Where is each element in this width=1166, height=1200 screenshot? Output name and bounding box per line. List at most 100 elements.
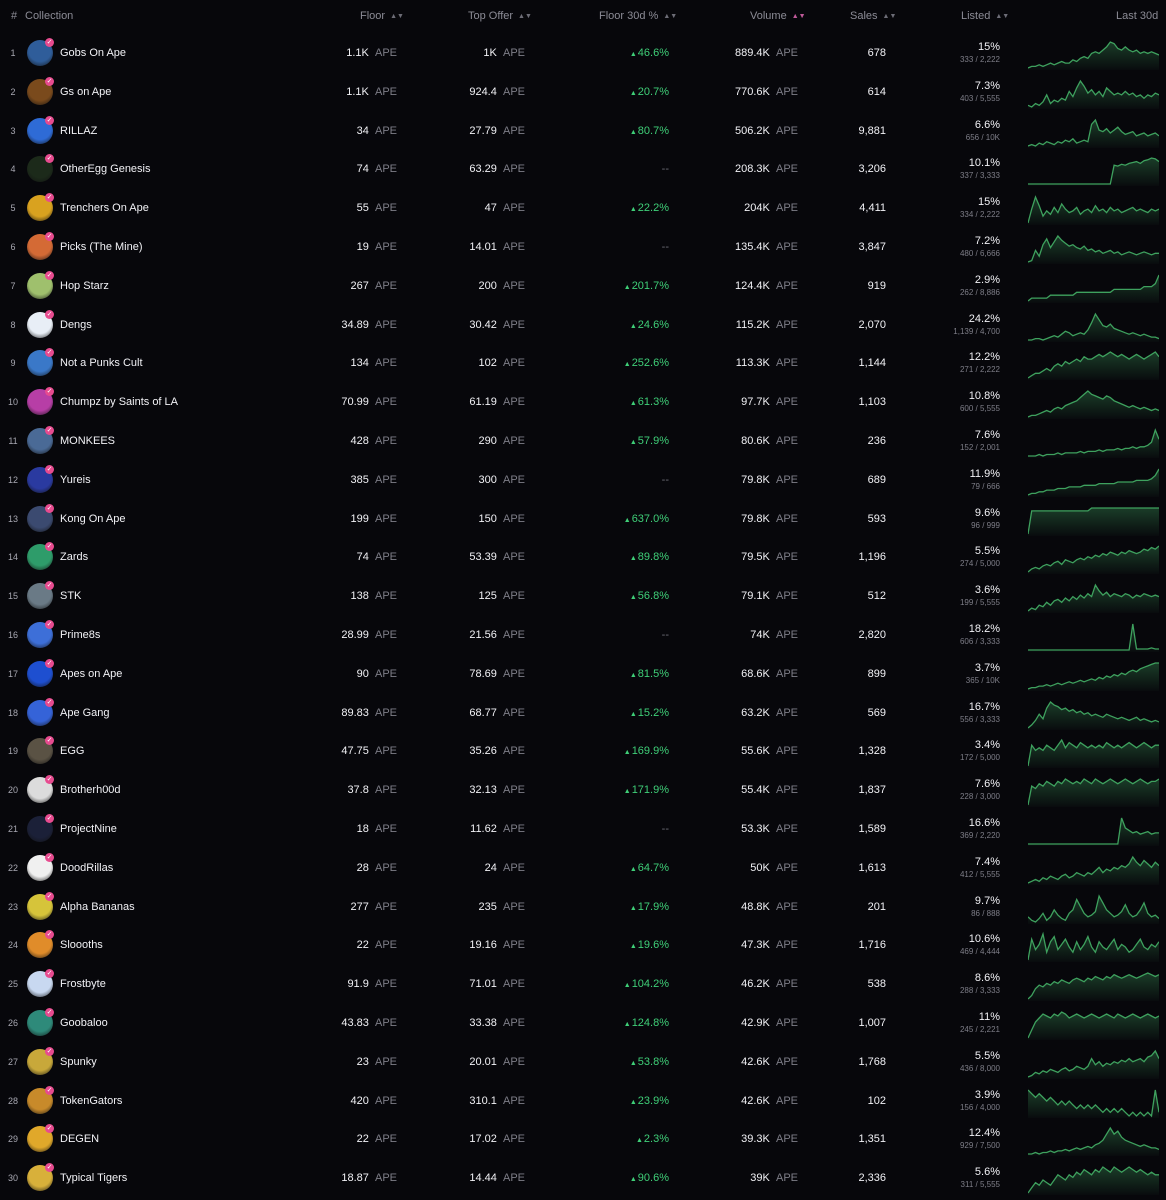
rank-number: 3 [10, 125, 16, 136]
table-row[interactable]: 26 ✓ Goobaloo 43.83 APE 33.38 APE ▲124.8% 42.9… [0, 1004, 1166, 1043]
listed-header[interactable]: Listed ▲▼ [961, 10, 1009, 22]
table-row[interactable]: 4 ✓ OtherEgg Genesis 74 APE 63.29 APE -- 208.3… [0, 150, 1166, 189]
table-row[interactable]: 28 ✓ TokenGators 420 APE 310.1 APE ▲23.9% 42.6… [0, 1082, 1166, 1121]
collection-name[interactable]: Prime8s [60, 616, 100, 655]
collection-name[interactable]: MONKEES [60, 422, 115, 461]
table-row[interactable]: 5 ✓ Trenchers On Ape 55 APE 47 APE ▲22.2% 204K… [0, 189, 1166, 228]
collection-name[interactable]: EGG [60, 732, 84, 771]
collection-name[interactable]: Alpha Bananas [60, 888, 135, 927]
collection-name[interactable]: Trenchers On Ape [60, 189, 149, 228]
floor-change-value: 23.9% [637, 1094, 669, 1107]
collection-name[interactable]: STK [60, 577, 81, 616]
currency-label: APE [775, 318, 798, 331]
currency-label: APE [775, 784, 798, 797]
volume-value: 48.8K [741, 900, 770, 913]
collection-name[interactable]: Ape Gang [60, 694, 110, 733]
table-row[interactable]: 9 ✓ Not a Punks Cult 134 APE 102 APE ▲252.6% 1… [0, 344, 1166, 383]
table-row[interactable]: 22 ✓ DoodRillas 28 APE 24 APE ▲64.7% 50K APE 1,… [0, 849, 1166, 888]
table-row[interactable]: 24 ✓ Sloooths 22 APE 19.16 APE ▲19.6% 47.3K AP… [0, 926, 1166, 965]
collection-name[interactable]: Yureis [60, 461, 91, 500]
currency-label: APE [775, 241, 798, 253]
collection-name[interactable]: Brotherh00d [60, 771, 121, 810]
collection-name[interactable]: Spunky [60, 1043, 97, 1082]
top-offer-value: 14.01 [469, 241, 497, 253]
collection-name[interactable]: Sloooths [60, 926, 103, 965]
table-row[interactable]: 2 ✓ Gs on Ape 1.1K APE 924.4 APE ▲20.7% 770.6K… [0, 73, 1166, 112]
volume-header[interactable]: Volume ▲▼ [750, 10, 806, 22]
collection-name[interactable]: Gs on Ape [60, 73, 111, 112]
table-row[interactable]: 14 ✓ Zards 74 APE 53.39 APE ▲89.8% 79.5K APE 1,… [0, 538, 1166, 577]
collection-name[interactable]: ProjectNine [60, 810, 117, 849]
sparkline-area [1028, 546, 1159, 575]
verified-badge-icon: ✓ [45, 503, 54, 513]
floor-change-value: 637.0% [631, 512, 669, 525]
table-row[interactable]: 15 ✓ STK 138 APE 125 APE ▲56.8% 79.1K APE 512 3.… [0, 577, 1166, 616]
table-row[interactable]: 7 ✓ Hop Starz 267 APE 200 APE ▲201.7% 124.4K A… [0, 267, 1166, 306]
currency-label: APE [775, 629, 798, 641]
collection-name[interactable]: Typical Tigers [60, 1159, 127, 1198]
currency-label: APE [374, 745, 397, 758]
collection-name[interactable]: Zards [60, 538, 88, 577]
collection-name[interactable]: Chumpz by Saints of LA [60, 383, 178, 422]
table-row[interactable]: 12 ✓ Yureis 385 APE 300 APE -- 79.8K APE 689 11.… [0, 461, 1166, 500]
top-offer: 300 APE [420, 461, 526, 500]
table-row[interactable]: 25 ✓ Frostbyte 91.9 APE 71.01 APE ▲104.2% 46.2… [0, 965, 1166, 1004]
floor-change-header[interactable]: Floor 30d % ▲▼ [599, 10, 677, 22]
table-row[interactable]: 23 ✓ Alpha Bananas 277 APE 235 APE ▲17.9% 48.8… [0, 888, 1166, 927]
currency-label: APE [775, 1133, 798, 1146]
floor-change-value: 22.2% [637, 202, 669, 215]
table-row[interactable]: 10 ✓ Chumpz by Saints of LA 70.99 APE 61.19 … [0, 383, 1166, 422]
collection-name[interactable]: Frostbyte [60, 965, 106, 1004]
currency-label: APE [374, 629, 397, 641]
listed-percent: 16.6% [968, 817, 1000, 829]
table-row[interactable]: 13 ✓ Kong On Ape 199 APE 150 APE ▲637.0% 79.8K… [0, 500, 1166, 539]
listed-count: 86 / 888 [971, 908, 1000, 918]
collection-name[interactable]: TokenGators [60, 1082, 122, 1121]
table-row[interactable]: 20 ✓ Brotherh00d 37.8 APE 32.13 APE ▲171.9% 55… [0, 771, 1166, 810]
table-row[interactable]: 8 ✓ Dengs 34.89 APE 30.42 APE ▲24.6% 115.2K AP… [0, 306, 1166, 345]
collection-name[interactable]: RILLAZ [60, 112, 97, 151]
table-row[interactable]: 30 ✓ Typical Tigers 18.87 APE 14.44 APE ▲90.6… [0, 1159, 1166, 1198]
listed-count: 156 / 4,000 [959, 1102, 1000, 1112]
sales-header[interactable]: Sales ▲▼ [850, 10, 896, 22]
floor-value: 43.83 [341, 1017, 369, 1029]
collection-name[interactable]: DoodRillas [60, 849, 113, 888]
collection-name[interactable]: Kong On Ape [60, 500, 125, 539]
currency-label: APE [374, 279, 397, 292]
volume-value: 79.5K [741, 551, 770, 564]
collection-name[interactable]: DEGEN [60, 1120, 99, 1159]
table-row[interactable]: 21 ✓ ProjectNine 18 APE 11.62 APE -- 53.3K APE… [0, 810, 1166, 849]
top-offer: 1K APE [420, 34, 525, 73]
table-row[interactable]: 19 ✓ EGG 47.75 APE 35.26 APE ▲169.9% 55.6K APE… [0, 732, 1166, 771]
table-row[interactable]: 6 ✓ Picks (The Mine) 19 APE 14.01 APE -- 135.4… [0, 228, 1166, 267]
floor-price: 90 APE [290, 655, 397, 694]
collection-name[interactable]: OtherEgg Genesis [60, 150, 151, 189]
collection-name[interactable]: Goobaloo [60, 1004, 108, 1043]
currency-label: APE [374, 512, 397, 525]
table-row[interactable]: 29 ✓ DEGEN 22 APE 17.02 APE ▲2.3% 39.3K APE 1,3… [0, 1120, 1166, 1159]
top-offer: 20.01 APE [420, 1043, 525, 1082]
collection-name[interactable]: Apes on Ape [60, 655, 122, 694]
collection-name[interactable]: Hop Starz [60, 267, 109, 306]
collection-name[interactable]: Gobs On Ape [60, 34, 126, 73]
top-offer-value: 1K [483, 47, 497, 59]
table-row[interactable]: 11 ✓ MONKEES 428 APE 290 APE ▲57.9% 80.6K APE 2… [0, 422, 1166, 461]
table-row[interactable]: 17 ✓ Apes on Ape 90 APE 78.69 APE ▲81.5% 68.6K… [0, 655, 1166, 694]
collection-header[interactable]: Collection [25, 10, 73, 22]
collection-name[interactable]: Picks (The Mine) [60, 228, 143, 267]
table-row[interactable]: 16 ✓ Prime8s 28.99 APE 21.56 APE -- 74K APE 2,8… [0, 616, 1166, 655]
table-row[interactable]: 1 ✓ Gobs On Ape 1.1K APE 1K APE ▲46.6% 889.4K … [0, 34, 1166, 73]
floor-header[interactable]: Floor ▲▼ [360, 10, 404, 22]
last30d-header: Last 30d [1116, 10, 1159, 22]
table-row[interactable]: 27 ✓ Spunky 23 APE 20.01 APE ▲53.8% 42.6K APE 1… [0, 1043, 1166, 1082]
top-offer: 102 APE [420, 344, 526, 383]
collection-name[interactable]: Dengs [60, 306, 92, 345]
collection-name[interactable]: Not a Punks Cult [60, 344, 143, 383]
floor-change-value: 19.6% [637, 939, 669, 952]
table-row[interactable]: 3 ✓ RILLAZ 34 APE 27.79 APE ▲80.7% 506.2K APE 9… [0, 112, 1166, 151]
floor-change: ▲61.3% [560, 383, 669, 422]
top-offer-header[interactable]: Top Offer ▲▼ [468, 10, 532, 22]
top-offer: 200 APE [420, 267, 526, 306]
floor-change: ▲19.6% [560, 926, 669, 965]
table-row[interactable]: 18 ✓ Ape Gang 89.83 APE 68.77 APE ▲15.2% 63.2K… [0, 694, 1166, 733]
